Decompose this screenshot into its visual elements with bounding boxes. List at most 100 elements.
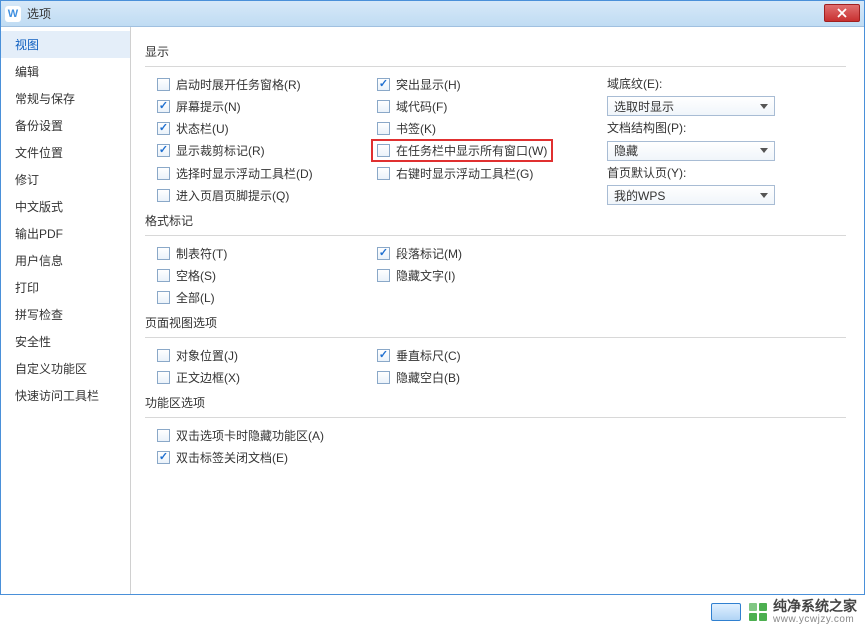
checkbox-float-toolbar-select[interactable]: 选择时显示浮动工具栏(D) <box>157 165 313 182</box>
sidebar-item-security[interactable]: 安全性 <box>1 328 130 355</box>
sidebar-item-label: 备份设置 <box>15 119 63 133</box>
combobox-value: 我的WPS <box>614 187 665 204</box>
sidebar-item-revision[interactable]: 修订 <box>1 166 130 193</box>
watermark-main: 纯净系统之家 <box>773 599 857 614</box>
chevron-down-icon <box>756 99 772 113</box>
checkbox-box <box>157 429 170 442</box>
options-dialog: W 选项 视图 编辑 常规与保存 备份设置 文件位置 修订 中文版式 输出PDF… <box>0 0 865 595</box>
sidebar-item-label: 打印 <box>15 281 39 295</box>
checkbox-spaces[interactable]: 空格(S) <box>157 267 216 284</box>
sidebar-item-view[interactable]: 视图 <box>1 31 130 58</box>
checkbox-bookmarks[interactable]: 书签(K) <box>377 120 436 137</box>
combobox-home-default[interactable]: 我的WPS <box>607 185 775 205</box>
sidebar-item-label: 常规与保存 <box>15 92 75 106</box>
checkbox-label: 空格(S) <box>176 267 216 284</box>
checkbox-box <box>157 269 170 282</box>
checkbox-box <box>157 371 170 384</box>
checkbox-all[interactable]: 全部(L) <box>157 289 215 306</box>
sidebar-item-customize-ribbon[interactable]: 自定义功能区 <box>1 355 130 382</box>
sidebar: 视图 编辑 常规与保存 备份设置 文件位置 修订 中文版式 输出PDF 用户信息… <box>1 27 131 594</box>
checkbox-box <box>157 189 170 202</box>
sidebar-item-label: 中文版式 <box>15 200 63 214</box>
sidebar-item-file-location[interactable]: 文件位置 <box>1 139 130 166</box>
checkbox-text-border[interactable]: 正文边框(X) <box>157 369 240 386</box>
sidebar-item-label: 用户信息 <box>15 254 63 268</box>
checkbox-hide-blank[interactable]: 隐藏空白(B) <box>377 369 460 386</box>
chevron-down-icon <box>756 144 772 158</box>
divider <box>145 337 846 338</box>
checkbox-box <box>377 100 390 113</box>
sidebar-item-output-pdf[interactable]: 输出PDF <box>1 220 130 247</box>
watermark-logo-icon <box>749 603 767 621</box>
checkbox-field-codes[interactable]: 域代码(F) <box>377 98 447 115</box>
checkbox-dblclick-close[interactable]: 双击标签关闭文档(E) <box>157 449 288 466</box>
checkbox-box <box>157 451 170 464</box>
checkbox-box <box>157 144 170 157</box>
checkbox-box <box>377 269 390 282</box>
checkbox-enter-header-hint[interactable]: 进入页眉页脚提示(Q) <box>157 187 289 204</box>
close-icon <box>837 8 847 18</box>
checkbox-box <box>377 122 390 135</box>
checkbox-tabs[interactable]: 制表符(T) <box>157 245 227 262</box>
sidebar-item-print[interactable]: 打印 <box>1 274 130 301</box>
checkbox-vruler[interactable]: 垂直标尺(C) <box>377 347 461 364</box>
combobox-value: 隐藏 <box>614 142 638 159</box>
checkbox-label: 在任务栏中显示所有窗口(W) <box>396 142 547 159</box>
sidebar-item-quick-access[interactable]: 快速访问工具栏 <box>1 382 130 409</box>
checkbox-label: 域代码(F) <box>396 98 447 115</box>
divider <box>145 235 846 236</box>
checkbox-object-pos[interactable]: 对象位置(J) <box>157 347 238 364</box>
checkbox-crop-marks[interactable]: 显示裁剪标记(R) <box>157 142 265 159</box>
sidebar-item-label: 拼写检查 <box>15 308 63 322</box>
sidebar-item-user-info[interactable]: 用户信息 <box>1 247 130 274</box>
watermark-badge-icon <box>711 603 741 621</box>
checkbox-highlight[interactable]: 突出显示(H) <box>377 76 461 93</box>
section-display-header: 显示 <box>145 43 846 62</box>
content-pane: 显示 启动时展开任务窗格(R) 突出显示(H) 域底纹(E): <box>131 27 864 594</box>
checkbox-label: 隐藏空白(B) <box>396 369 460 386</box>
combobox-value: 选取时显示 <box>614 98 674 115</box>
home-default-label: 首页默认页(Y): <box>607 164 686 181</box>
sidebar-item-label: 文件位置 <box>15 146 63 160</box>
checkbox-startup-pane[interactable]: 启动时展开任务窗格(R) <box>157 76 301 93</box>
sidebar-item-edit[interactable]: 编辑 <box>1 58 130 85</box>
checkbox-label: 双击标签关闭文档(E) <box>176 449 288 466</box>
checkbox-label: 制表符(T) <box>176 245 227 262</box>
window-title: 选项 <box>27 5 51 22</box>
close-button[interactable] <box>824 4 860 22</box>
checkbox-screen-tips[interactable]: 屏幕提示(N) <box>157 98 241 115</box>
section-page-view-header: 页面视图选项 <box>145 314 846 333</box>
checkbox-hidden-text[interactable]: 隐藏文字(I) <box>377 267 455 284</box>
checkbox-float-toolbar-right[interactable]: 右键时显示浮动工具栏(G) <box>377 165 533 182</box>
checkbox-show-all-taskbar[interactable]: 在任务栏中显示所有窗口(W) <box>377 142 547 159</box>
checkbox-label: 突出显示(H) <box>396 76 461 93</box>
checkbox-label: 显示裁剪标记(R) <box>176 142 265 159</box>
sidebar-item-spellcheck[interactable]: 拼写检查 <box>1 301 130 328</box>
combobox-doc-map[interactable]: 隐藏 <box>607 141 775 161</box>
sidebar-item-backup[interactable]: 备份设置 <box>1 112 130 139</box>
checkbox-label: 段落标记(M) <box>396 245 462 262</box>
section-ribbon-header: 功能区选项 <box>145 394 846 413</box>
checkbox-status-bar[interactable]: 状态栏(U) <box>157 120 229 137</box>
sidebar-item-cjk-layout[interactable]: 中文版式 <box>1 193 130 220</box>
checkbox-label: 进入页眉页脚提示(Q) <box>176 187 289 204</box>
checkbox-para-marks[interactable]: 段落标记(M) <box>377 245 462 262</box>
checkbox-label: 正文边框(X) <box>176 369 240 386</box>
watermark-sub: www.ycwjzy.com <box>773 614 857 625</box>
field-shading-label: 域底纹(E): <box>607 75 662 92</box>
checkbox-box <box>377 349 390 362</box>
checkbox-label: 状态栏(U) <box>176 120 229 137</box>
checkbox-box <box>157 100 170 113</box>
sidebar-item-label: 自定义功能区 <box>15 362 87 376</box>
divider <box>145 417 846 418</box>
checkbox-dblclick-hide[interactable]: 双击选项卡时隐藏功能区(A) <box>157 427 324 444</box>
checkbox-label: 对象位置(J) <box>176 347 238 364</box>
checkbox-box <box>157 122 170 135</box>
combobox-field-shading[interactable]: 选取时显示 <box>607 96 775 116</box>
checkbox-label: 隐藏文字(I) <box>396 267 455 284</box>
checkbox-label: 屏幕提示(N) <box>176 98 241 115</box>
highlighted-option: 在任务栏中显示所有窗口(W) <box>371 139 553 162</box>
sidebar-item-label: 输出PDF <box>15 227 63 241</box>
sidebar-item-general-save[interactable]: 常规与保存 <box>1 85 130 112</box>
section-format-marks-header: 格式标记 <box>145 212 846 231</box>
